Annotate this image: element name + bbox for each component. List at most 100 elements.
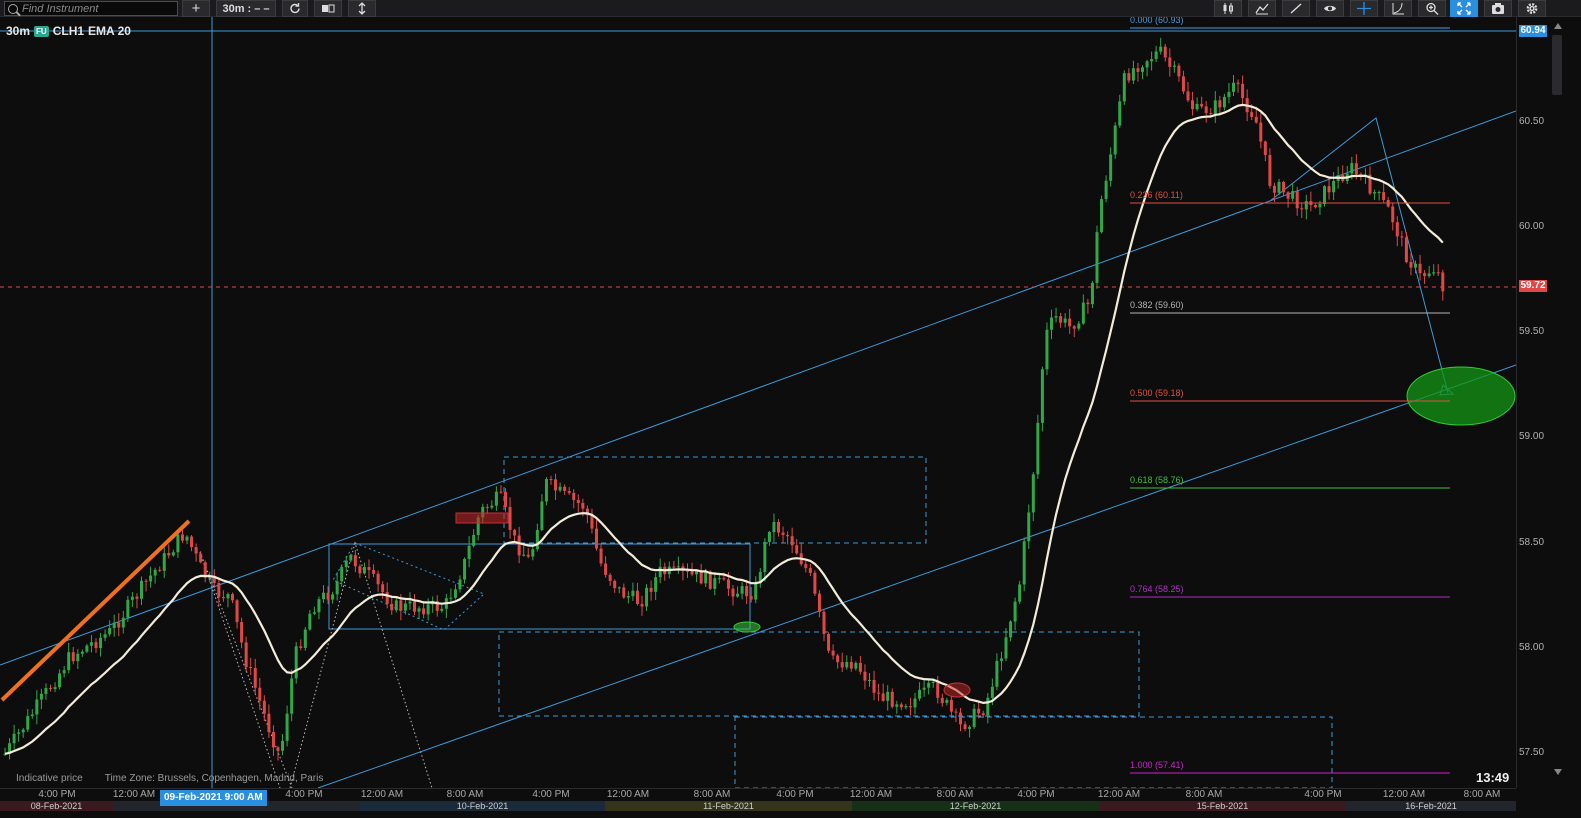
layout-button[interactable] (314, 0, 342, 17)
candle-body (112, 622, 116, 629)
candle-body (262, 700, 266, 714)
add-symbol-button[interactable]: + (182, 0, 210, 17)
chart-plot-area[interactable]: 0.000 (60.93) 0.236 (60.11) 0.382 (59.60) 0… (0, 15, 1517, 789)
candle-body (1286, 192, 1290, 199)
candle-body (617, 587, 621, 589)
candle-body (30, 714, 34, 717)
indicators-button[interactable] (1248, 0, 1276, 17)
vertical-scrollbar[interactable] (1548, 17, 1566, 788)
timezone-text: Time Zone: Brussels, Copenhagen, Madrid,… (104, 773, 324, 784)
candle-body (1382, 192, 1386, 200)
candle-body (221, 597, 225, 599)
candle-body (845, 662, 849, 668)
candle-body (340, 566, 344, 582)
candle-body (326, 592, 330, 600)
price-chart-canvas[interactable]: 0.000 (60.93) 0.236 (60.11) 0.382 (59.60) 0… (0, 15, 1517, 789)
candle-body (399, 600, 403, 611)
candle-body (922, 687, 926, 690)
curve-tool-button[interactable] (1384, 0, 1412, 17)
candle-body (344, 560, 348, 567)
find-instrument-search[interactable] (4, 1, 178, 16)
chart-type-button[interactable] (1214, 0, 1242, 17)
symbol-text[interactable]: CLH1 (53, 24, 84, 38)
candle-body (544, 479, 548, 502)
draw-line-button[interactable] (1282, 0, 1310, 17)
candle-body (117, 622, 121, 628)
candle-body (71, 652, 75, 662)
candle-body (849, 662, 853, 669)
fit-chart-button[interactable] (1450, 0, 1478, 17)
candle-body (49, 688, 52, 690)
search-input[interactable] (22, 2, 172, 15)
date-strip: 08-Feb-2021 (0, 801, 113, 811)
candle-body (276, 747, 280, 751)
settings-button[interactable] (1518, 0, 1546, 17)
green-marker-ellipse (733, 621, 761, 633)
candle-body (567, 491, 571, 493)
snapshot-button[interactable] (1484, 0, 1512, 17)
candle-body (1045, 329, 1049, 370)
candle-body (35, 699, 39, 715)
candle-body (1050, 317, 1053, 330)
candle-body (1200, 103, 1204, 107)
fib-level-label: 0.382 (59.60) (1130, 300, 1184, 310)
refresh-button[interactable] (282, 0, 308, 17)
time-axis-label: 4:00 PM (285, 789, 323, 800)
candle-body (12, 733, 16, 744)
candle-body (1418, 263, 1422, 274)
candle-body (1332, 181, 1336, 193)
candle-body (349, 555, 353, 561)
candle-body (704, 571, 708, 584)
time-axis-label: 12:00 AM (1382, 789, 1426, 800)
candle-body (176, 534, 180, 553)
candle-body (540, 501, 544, 530)
candle-body (1031, 474, 1035, 513)
time-axis-label: 12:00 AM (360, 789, 404, 800)
ema-20-line (4, 103, 1444, 755)
candle-body (1323, 186, 1326, 205)
candle-body (535, 529, 539, 550)
candle-body (1077, 323, 1081, 329)
crosshair-button[interactable] (1350, 0, 1378, 17)
price-axis[interactable]: 60.94 60.50 60.00 59.72 59.50 59.00 58.5… (1516, 17, 1547, 788)
price-axis-label: 57.50 (1519, 747, 1545, 758)
candle-body (836, 655, 840, 663)
candle-body (772, 521, 776, 532)
candle-body (1259, 122, 1263, 142)
candle-body (1027, 512, 1031, 542)
scroll-thumb[interactable] (1552, 35, 1562, 95)
candle-body (158, 569, 162, 571)
visibility-button[interactable] (1316, 0, 1344, 17)
zoom-button[interactable] (1418, 0, 1446, 17)
candle-body (426, 604, 430, 615)
candle-body (144, 580, 148, 582)
candle-body (1191, 100, 1195, 110)
candle-body (863, 671, 867, 681)
clock: 13:49 (1476, 770, 1510, 785)
candle-body (1036, 422, 1040, 475)
candle-body (508, 506, 512, 530)
expand-vertical-button[interactable] (348, 0, 376, 17)
fib-level-label: 0.764 (58.25) (1130, 584, 1184, 594)
candle-body (699, 570, 703, 584)
last-price-tag: 59.72 (1519, 280, 1547, 292)
candle-body (949, 699, 953, 712)
candle-body (581, 503, 585, 509)
candle-body (453, 589, 457, 598)
candle-body (940, 697, 944, 703)
scroll-up-icon[interactable] (1554, 23, 1562, 29)
candle-body (913, 698, 917, 708)
range-box (328, 543, 751, 630)
candle-body (1427, 273, 1431, 277)
candle-body (1232, 82, 1235, 92)
candle-body (972, 708, 976, 727)
timeframe-dropdown[interactable]: 30m : – – (216, 0, 276, 17)
indicator-text[interactable]: EMA 20 (88, 24, 131, 38)
candle-body (1009, 621, 1013, 638)
candle-body (1118, 101, 1122, 126)
scroll-down-icon[interactable] (1554, 769, 1562, 775)
red-marker-ellipse (943, 682, 971, 698)
candle-body (599, 548, 603, 564)
candle-body (26, 716, 30, 730)
candle-body (817, 593, 821, 612)
